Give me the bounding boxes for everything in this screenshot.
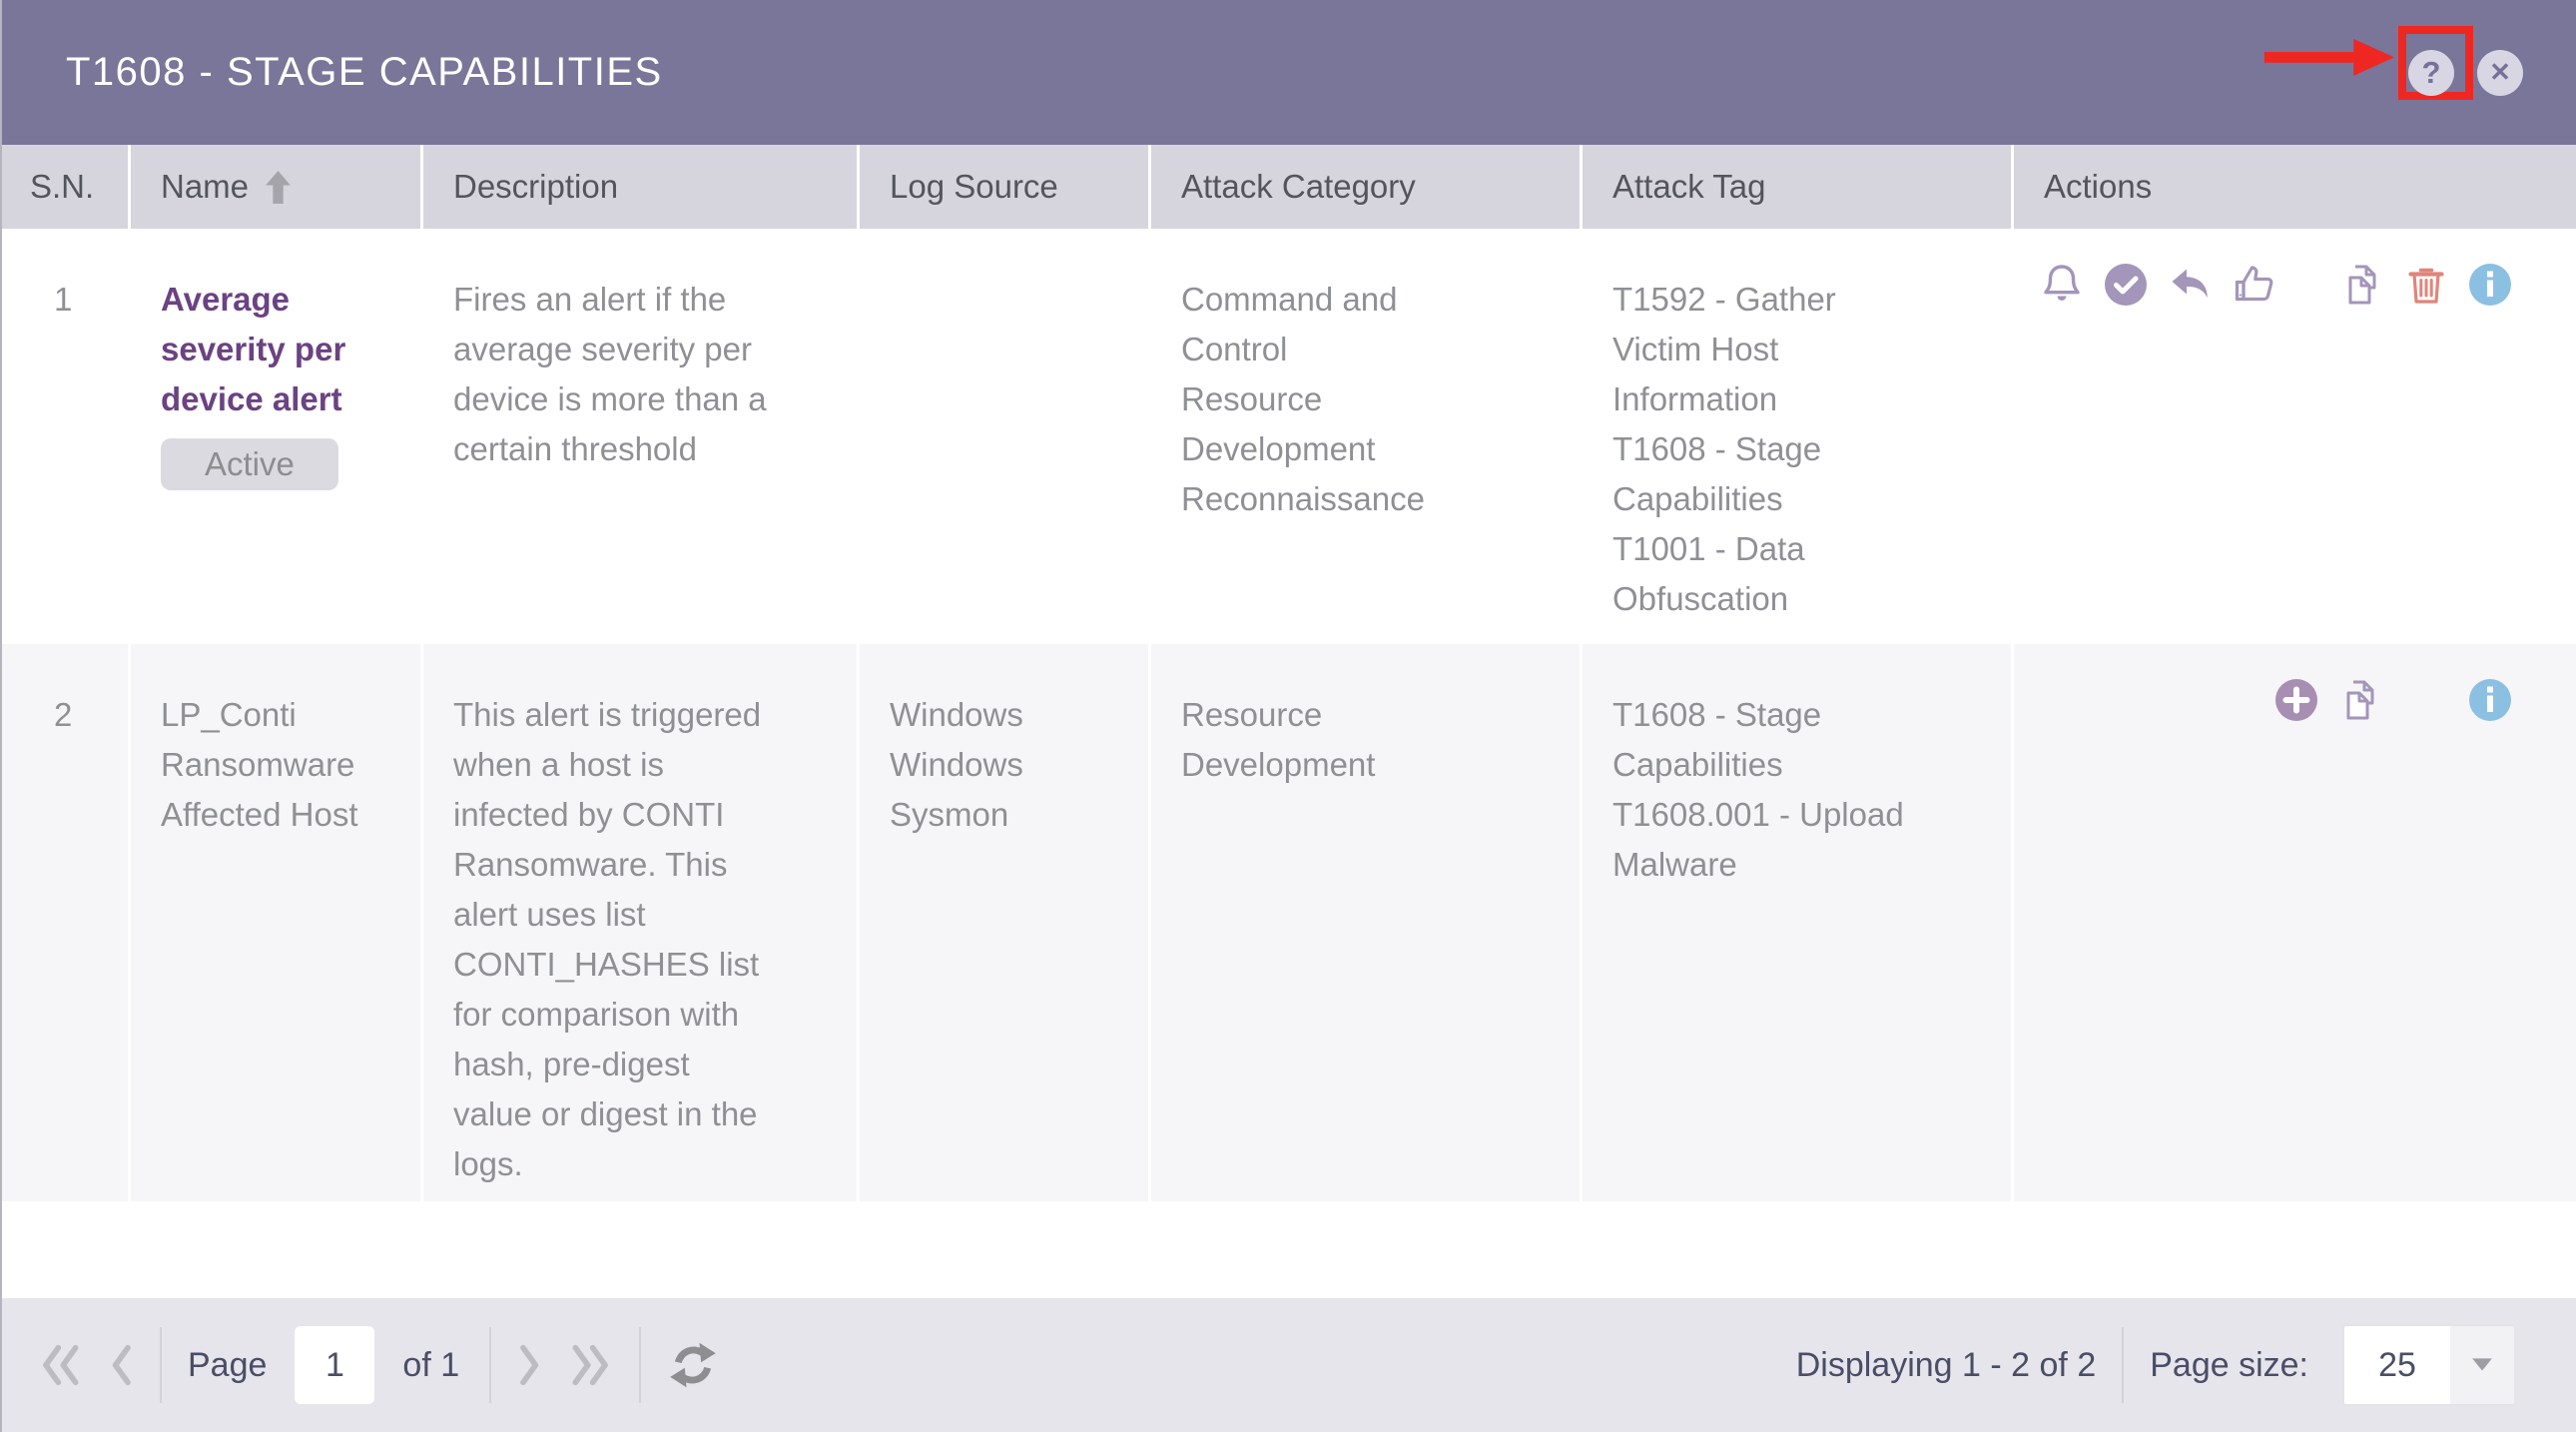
cell-description: Fires an alert if the average severity p… [420,229,857,644]
cell-attack-tag: T1608 - Stage CapabilitiesT1608.001 - Up… [1580,644,2011,1201]
sort-ascending-icon [265,170,292,205]
attack-category-item: Resource Development [1181,374,1481,474]
modal-titlebar: T1608 - STAGE CAPABILITIES ? ✕ [2,0,2576,145]
column-header-description[interactable]: Description [420,145,857,229]
page-size-label: Page size: [2150,1346,2308,1385]
cell-name: Average severity per device alert Active [128,229,420,644]
table-header-row: S.N. Name Description Log Source Attack Cate… [2,145,2576,229]
attack-category-item: Reconnaissance [1181,474,1481,524]
attack-tag-item: T1592 - Gather Victim Host Information [1612,275,1922,424]
attack-category-item: Command and Control [1181,275,1481,374]
column-header-s-n[interactable]: S.N. [2,145,128,229]
column-header-attack-category[interactable]: Attack Category [1148,145,1580,229]
undo-icon[interactable] [2166,261,2214,309]
table-row-1: 1Average severity per device alert Active… [2,229,2576,644]
page-of-label: of 1 [402,1346,459,1385]
column-header-log-source[interactable]: Log Source [857,145,1148,229]
plus-circle-icon[interactable] [2272,676,2320,724]
displaying-count-label: Displaying 1 - 2 of 2 [1796,1346,2097,1385]
dropdown-arrow-icon [2450,1326,2514,1404]
help-button[interactable]: ? [2408,50,2454,96]
divider [639,1327,641,1403]
column-header-label: S.N. [30,168,94,206]
thumbs-up-icon[interactable] [2230,261,2277,309]
page-label: Page [188,1346,267,1385]
page-size-value: 25 [2344,1326,2450,1404]
previous-page-button[interactable] [108,1339,134,1391]
refresh-button[interactable] [667,1339,719,1391]
log-source-item: Windows [890,690,1094,740]
log-source-item: Windows Sysmon [890,740,1094,840]
first-page-button[interactable] [38,1339,82,1391]
column-header-label: Log Source [890,168,1058,206]
column-header-label: Attack Tag [1612,168,1765,206]
bell-icon[interactable] [2038,261,2086,309]
alert-name-link: LP_Conti Ransomware Affected Host [161,690,365,840]
cell-actions [2011,229,2576,644]
page-number-input[interactable]: 1 [295,1326,374,1404]
column-header-attack-tag[interactable]: Attack Tag [1580,145,2011,229]
cell-name: LP_Conti Ransomware Affected Host [128,644,420,1201]
cell-attack-category: Command and ControlResource DevelopmentR… [1148,229,1580,644]
cell-attack-category: Resource Development [1148,644,1580,1201]
cell-actions [2011,644,2576,1201]
cell-serial-number: 1 [2,229,128,644]
pagination-bar: Page 1 of 1 Displaying 1 - 2 of 2 Page s… [2,1298,2576,1432]
column-header-label: Attack Category [1181,168,1416,206]
attack-tag-item: T1608.001 - Upload Malware [1612,790,1922,890]
last-page-button[interactable] [569,1339,613,1391]
divider [489,1327,491,1403]
attack-tag-item: T1608 - Stage Capabilities [1612,690,1922,790]
table-empty-area [2,1201,2576,1298]
info-icon[interactable] [2466,676,2514,724]
attack-tag-item: T1608 - Stage Capabilities [1612,424,1922,524]
column-header-label: Actions [2044,168,2152,206]
close-icon: ✕ [2489,57,2511,88]
column-header-name[interactable]: Name [128,145,420,229]
description-text: Fires an alert if the average severity p… [453,275,847,474]
cell-serial-number: 2 [2,644,128,1201]
info-icon[interactable] [2466,261,2514,309]
cell-log-source [857,229,1148,644]
check-circle-icon[interactable] [2102,261,2150,309]
column-header-actions[interactable]: Actions [2011,145,2576,229]
page-size-select[interactable]: 25 [2342,1324,2516,1406]
annotation-red-arrow [2260,36,2396,80]
attack-tag-item: T1001 - Data Obfuscation [1612,524,1922,624]
column-header-label: Description [453,168,618,206]
cell-attack-tag: T1592 - Gather Victim Host InformationT1… [1580,229,2011,644]
table-body: 1Average severity per device alert Active… [2,229,2576,1201]
status-badge: Active [161,438,338,490]
trash-icon[interactable] [2402,261,2450,309]
alert-rules-modal: T1608 - STAGE CAPABILITIES ? ✕ S.N. Name D… [0,0,2576,1432]
cell-description: This alert is triggered when a host is i… [420,644,857,1201]
cell-log-source: WindowsWindows Sysmon [857,644,1148,1201]
attack-category-item: Resource Development [1181,690,1481,790]
copy-icon[interactable] [2338,261,2386,309]
close-button[interactable]: ✕ [2477,50,2523,96]
next-page-button[interactable] [517,1339,543,1391]
divider [160,1327,162,1403]
alert-name-link[interactable]: Average severity per device alert [161,275,365,424]
table-row-2: 2LP_Conti Ransomware Affected Host This a… [2,644,2576,1201]
divider [2122,1327,2124,1403]
modal-title: T1608 - STAGE CAPABILITIES [66,50,663,95]
column-header-label: Name [161,168,249,206]
description-text: This alert is triggered when a host is i… [453,690,847,1189]
copy-icon[interactable] [2336,676,2384,724]
question-mark-icon: ? [2422,55,2441,91]
